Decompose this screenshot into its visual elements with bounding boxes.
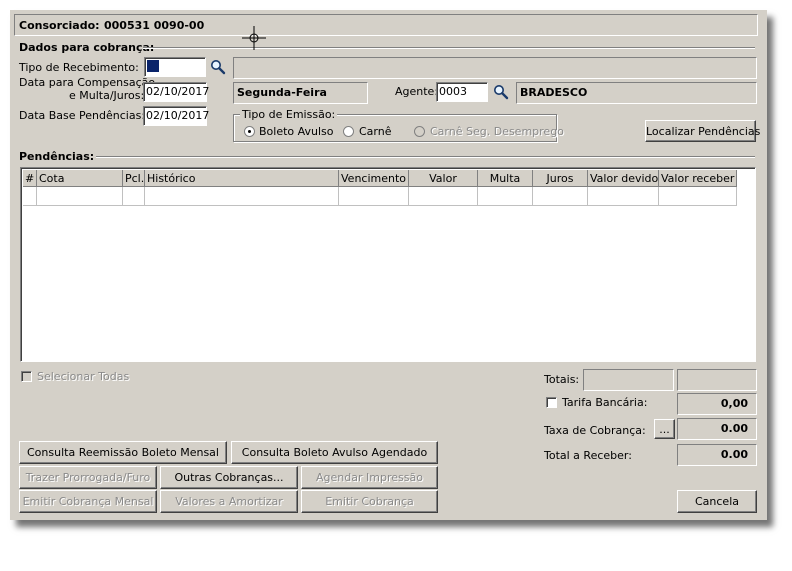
totais-field-1 (583, 369, 674, 391)
tipo-emissao-title: Tipo de Emissão: (240, 108, 338, 121)
agendar-impressao-button[interactable]: Agendar Impressão (301, 466, 438, 489)
table-cell[interactable] (588, 187, 659, 206)
col-header-valor[interactable]: Valor (409, 170, 478, 187)
col-header-valor-receber[interactable]: Valor receber (659, 170, 737, 187)
tarifa-bancaria-checkbox[interactable] (546, 397, 557, 408)
data-compensacao-input[interactable]: 02/10/2017 (143, 82, 209, 102)
col-header-valor-devido[interactable]: Valor devido (588, 170, 659, 187)
pendencias-table[interactable]: # Cota Pcl. Histórico Vencimento Valor M… (20, 167, 756, 362)
radio-boleto-avulso[interactable] (244, 126, 255, 137)
tipo-recebimento-cursor (147, 60, 159, 72)
selecionar-todas-label: Selecionar Todas (37, 370, 130, 383)
valores-amortizar-button[interactable]: Valores a Amortizar (160, 490, 298, 513)
agente-name-display: BRADESCO (516, 82, 757, 104)
col-header-pcl[interactable]: Pcl. (123, 170, 145, 187)
totais-field-2 (677, 369, 757, 391)
agente-input[interactable]: 0003 (436, 82, 488, 102)
consorciado-label: Consorciado: (19, 19, 100, 32)
dialog-window: Consorciado: 000531 0090-00 Dados para c… (10, 10, 767, 520)
pendencias-section-title: Pendências: (19, 150, 95, 163)
table-cell[interactable] (478, 187, 533, 206)
pendencias-separator (96, 156, 755, 158)
data-base-input[interactable]: 02/10/2017 (143, 106, 209, 126)
tarifa-bancaria-value: 0,00 (677, 393, 757, 415)
tarifa-bancaria-label: Tarifa Bancária: (562, 396, 648, 409)
dados-section-title: Dados para cobrança: (19, 41, 155, 54)
radio-carne-label: Carnê (359, 125, 392, 138)
outras-cobrancas-button[interactable]: Outras Cobranças... (160, 466, 298, 489)
table-cell[interactable] (123, 187, 145, 206)
col-header-multa[interactable]: Multa (478, 170, 533, 187)
radio-carne[interactable] (343, 126, 354, 137)
col-header-historico[interactable]: Histórico (145, 170, 339, 187)
agente-search-icon[interactable] (493, 84, 509, 100)
weekday-display: Segunda-Feira (233, 82, 368, 104)
consulta-reemissao-button[interactable]: Consulta Reemissão Boleto Mensal (19, 441, 227, 464)
consorciado-value: 000531 0090-00 (104, 19, 205, 32)
dados-separator (143, 47, 755, 49)
table-cell[interactable] (23, 187, 37, 206)
taxa-cobranca-value: 0.00 (677, 418, 757, 440)
total-receber-label: Total a Receber: (544, 449, 632, 462)
emitir-cobranca-button[interactable]: Emitir Cobrança (301, 490, 438, 513)
table-cell[interactable] (37, 187, 123, 206)
trazer-prorrogada-button[interactable]: Trazer Prorrogada/Furo (19, 466, 157, 489)
taxa-cobranca-ellipsis-button[interactable]: ... (654, 419, 675, 439)
agente-label: Agente: (395, 85, 439, 98)
emitir-cobranca-mensal-button[interactable]: Emitir Cobrança Mensal (19, 490, 157, 513)
tipo-recebimento-description (233, 57, 757, 79)
tipo-recebimento-search-icon[interactable] (210, 59, 226, 75)
data-compensacao-label-2: e Multa/Juros: (69, 89, 145, 102)
tipo-recebimento-input[interactable] (144, 57, 206, 77)
consulta-avulso-agendado-button[interactable]: Consulta Boleto Avulso Agendado (231, 441, 438, 464)
table-cell[interactable] (145, 187, 339, 206)
taxa-cobranca-label: Taxa de Cobrança: (544, 424, 646, 437)
col-header-vencimento[interactable]: Vencimento (339, 170, 409, 187)
radio-carne-seg-desemprego[interactable] (414, 126, 425, 137)
table-cell[interactable] (659, 187, 737, 206)
col-header-cota[interactable]: Cota (37, 170, 123, 187)
data-compensacao-label-1: Data para Compensação (19, 76, 156, 89)
localizar-pendencias-button[interactable]: Localizar Pendências (645, 120, 760, 142)
radio-carne-seg-desemprego-label: Carnê Seg. Desemprego (430, 125, 564, 138)
crosshair-cursor-icon (242, 26, 266, 50)
total-receber-value: 0.00 (677, 444, 757, 466)
radio-boleto-avulso-label: Boleto Avulso (259, 125, 334, 138)
col-header-index[interactable]: # (23, 170, 37, 187)
tipo-recebimento-label: Tipo de Recebimento: (19, 61, 139, 74)
totais-label: Totais: (544, 373, 580, 386)
col-header-juros[interactable]: Juros (533, 170, 588, 187)
table-cell[interactable] (339, 187, 409, 206)
table-cell[interactable] (533, 187, 588, 206)
cancela-button[interactable]: Cancela (677, 490, 757, 513)
table-cell[interactable] (409, 187, 478, 206)
selecionar-todas-checkbox[interactable] (21, 371, 32, 382)
data-base-label: Data Base Pendências: (19, 109, 146, 122)
